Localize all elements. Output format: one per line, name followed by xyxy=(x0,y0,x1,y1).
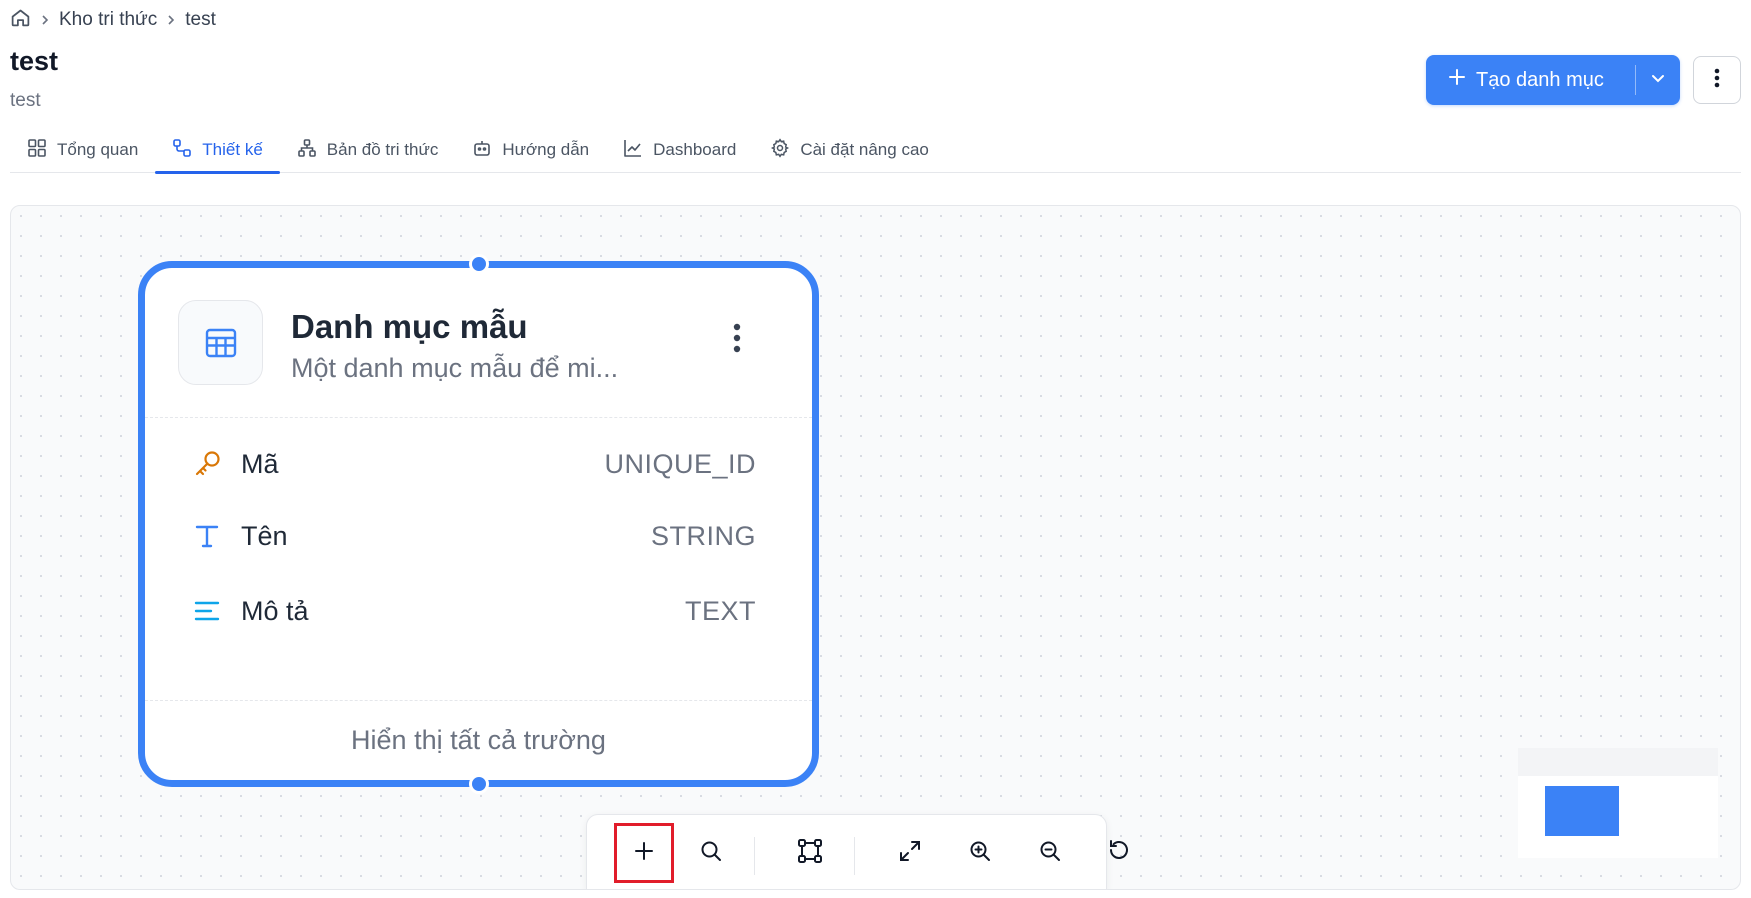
canvas-toolbar xyxy=(586,814,1107,889)
search-button[interactable] xyxy=(681,823,741,883)
tab-advanced-settings[interactable]: Cài đặt nâng cao xyxy=(753,128,946,172)
reset-icon xyxy=(1107,838,1131,867)
tab-label: Thiết kế xyxy=(202,140,263,159)
fit-view-button[interactable] xyxy=(880,823,940,883)
robot-icon xyxy=(472,138,492,163)
field-row-description[interactable]: Mô tả TEXT xyxy=(193,591,756,631)
reset-view-button[interactable] xyxy=(1089,822,1149,882)
show-all-fields-button[interactable]: Hiển thị tất cả trường xyxy=(145,700,812,780)
select-frame-button[interactable] xyxy=(780,823,840,883)
expand-icon xyxy=(898,839,922,868)
toolbar-separator xyxy=(754,837,755,875)
page: Kho tri thức test test test Tạo danh mục xyxy=(0,0,1751,898)
tab-knowledge-map[interactable]: Bản đồ tri thức xyxy=(280,128,456,172)
grid-icon xyxy=(27,138,47,163)
create-category-button[interactable]: Tạo danh mục xyxy=(1426,55,1680,105)
zoom-out-icon xyxy=(1038,839,1062,868)
select-frame-icon xyxy=(797,838,823,869)
home-icon[interactable] xyxy=(10,7,31,34)
tab-label: Hướng dẫn xyxy=(502,140,590,159)
node-menu-button[interactable] xyxy=(725,320,749,360)
tab-label: Tổng quan xyxy=(57,140,139,159)
page-subtitle: test xyxy=(10,90,41,111)
toolbar-separator xyxy=(854,837,855,875)
gear-icon xyxy=(770,137,790,163)
table-icon xyxy=(178,300,263,385)
page-title: test xyxy=(10,46,59,76)
tab-label: Dashboard xyxy=(653,140,737,159)
tab-label: Cài đặt nâng cao xyxy=(800,140,929,159)
breadcrumb: Kho tri thức test xyxy=(10,8,216,32)
field-type: UNIQUE_ID xyxy=(604,448,756,479)
more-vertical-icon xyxy=(1714,68,1720,93)
tab-overview[interactable]: Tổng quan xyxy=(10,128,155,172)
create-category-label: Tạo danh mục xyxy=(1476,68,1604,91)
text-type-icon xyxy=(193,522,233,550)
create-category-main[interactable]: Tạo danh mục xyxy=(1426,55,1635,105)
more-vertical-icon xyxy=(733,322,741,359)
breadcrumb-item-knowledge-store[interactable]: Kho tri thức xyxy=(59,9,157,31)
field-name: Mã xyxy=(241,448,279,479)
design-icon xyxy=(172,138,192,163)
create-category-dropdown[interactable] xyxy=(1636,55,1680,105)
category-node[interactable]: Danh mục mẫu Một danh mục mẫu để mi... M… xyxy=(138,254,819,794)
tab-design[interactable]: Thiết kế xyxy=(155,128,281,174)
chevron-down-icon xyxy=(1650,70,1666,91)
chevron-right-icon xyxy=(39,14,51,26)
field-type: TEXT xyxy=(684,595,756,626)
node-description: Một danh mục mẫu để mi... xyxy=(291,353,619,383)
tab-bar: Tổng quan Thiết kế Bản đồ tri thức Hướng… xyxy=(10,128,1741,174)
zoom-in-icon xyxy=(968,839,992,868)
minimap-node xyxy=(1545,786,1619,836)
field-row-name[interactable]: Tên STRING xyxy=(193,516,756,556)
tab-guide[interactable]: Hướng dẫn xyxy=(455,128,606,172)
tab-label: Bản đồ tri thức xyxy=(326,140,439,159)
key-icon xyxy=(193,449,233,479)
more-options-button[interactable] xyxy=(1693,56,1741,104)
minimap[interactable] xyxy=(1518,748,1718,858)
plus-icon xyxy=(1448,68,1466,92)
chevron-right-icon xyxy=(165,14,177,26)
node-header: Danh mục mẫu Một danh mục mẫu để mi... xyxy=(145,268,812,418)
zoom-in-button[interactable] xyxy=(950,823,1010,883)
zoom-out-button[interactable] xyxy=(1020,823,1080,883)
field-row-id[interactable]: Mã UNIQUE_ID xyxy=(193,444,756,484)
field-type: STRING xyxy=(650,520,756,551)
field-name: Mô tả xyxy=(241,595,309,626)
add-node-button[interactable] xyxy=(614,823,674,883)
search-icon xyxy=(699,839,723,868)
add-icon xyxy=(633,840,655,867)
node-title: Danh mục mẫu xyxy=(291,308,528,345)
tab-dashboard[interactable]: Dashboard xyxy=(606,128,753,172)
sitemap-icon xyxy=(297,138,317,163)
breadcrumb-item-current: test xyxy=(185,9,216,30)
field-name: Tên xyxy=(241,520,288,551)
design-canvas[interactable]: Danh mục mẫu Một danh mục mẫu để mi... M… xyxy=(10,205,1741,890)
align-left-icon xyxy=(193,597,233,625)
line-chart-icon xyxy=(623,138,643,163)
